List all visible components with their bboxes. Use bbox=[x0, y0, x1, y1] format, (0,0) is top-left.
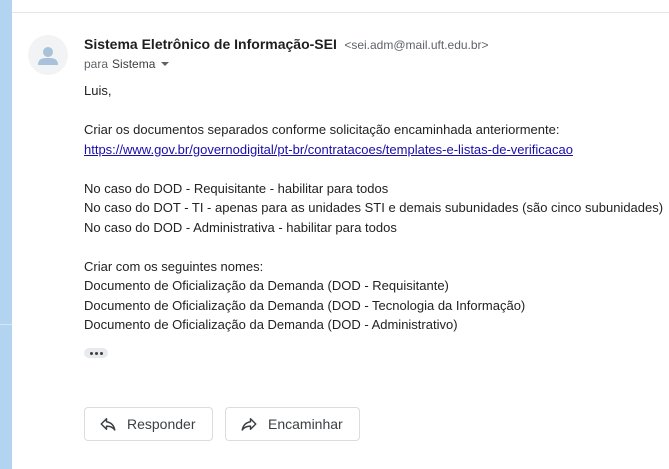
to-recipient: Sistema bbox=[112, 57, 156, 71]
forward-button[interactable]: Encaminhar bbox=[225, 407, 360, 441]
sender-line: Sistema Eletrônico de Informação-SEI <se… bbox=[84, 36, 489, 54]
sender-avatar[interactable] bbox=[28, 35, 68, 75]
message-body: Luis, Criar os documentos separados conf… bbox=[84, 81, 663, 335]
body-line: Documento de Oficialização da Demanda (D… bbox=[84, 278, 449, 293]
forward-label: Encaminhar bbox=[268, 416, 343, 432]
to-prefix: para bbox=[84, 57, 109, 71]
reply-label: Responder bbox=[127, 416, 196, 432]
body-line: No caso do DOD - Requisitante - habilita… bbox=[84, 180, 389, 196]
show-trimmed-content-button[interactable] bbox=[84, 348, 108, 358]
templates-link[interactable]: https://www.gov.br/governodigital/pt-br/… bbox=[84, 142, 573, 157]
body-line: Criar com os seguintes nomes: bbox=[84, 258, 264, 274]
sender-email: <sei.adm@mail.uft.edu.br> bbox=[344, 38, 489, 52]
message-top-divider bbox=[12, 12, 669, 13]
reply-button[interactable]: Responder bbox=[84, 407, 213, 441]
body-line: No caso do DOD - Administrativa - habili… bbox=[84, 219, 397, 235]
more-horizontal-icon bbox=[89, 351, 93, 355]
left-sidebar-strip bbox=[0, 0, 12, 469]
reply-icon bbox=[100, 418, 116, 431]
forward-icon bbox=[241, 418, 257, 431]
body-line: No caso do DOT - TI - apenas para as uni… bbox=[84, 200, 664, 215]
body-line: Criar os documentos separados conforme s… bbox=[84, 122, 560, 137]
body-greeting: Luis, bbox=[84, 83, 112, 98]
sidebar-divider bbox=[0, 324, 12, 325]
body-line: Documento de Oficialização da Demanda (D… bbox=[84, 297, 526, 313]
chevron-down-icon[interactable] bbox=[161, 62, 170, 66]
person-icon bbox=[38, 47, 58, 65]
body-line: Documento de Oficialização da Demanda (D… bbox=[84, 317, 458, 332]
recipient-line: para Sistema bbox=[84, 57, 170, 71]
sender-name[interactable]: Sistema Eletrônico de Informação-SEI bbox=[84, 36, 337, 52]
